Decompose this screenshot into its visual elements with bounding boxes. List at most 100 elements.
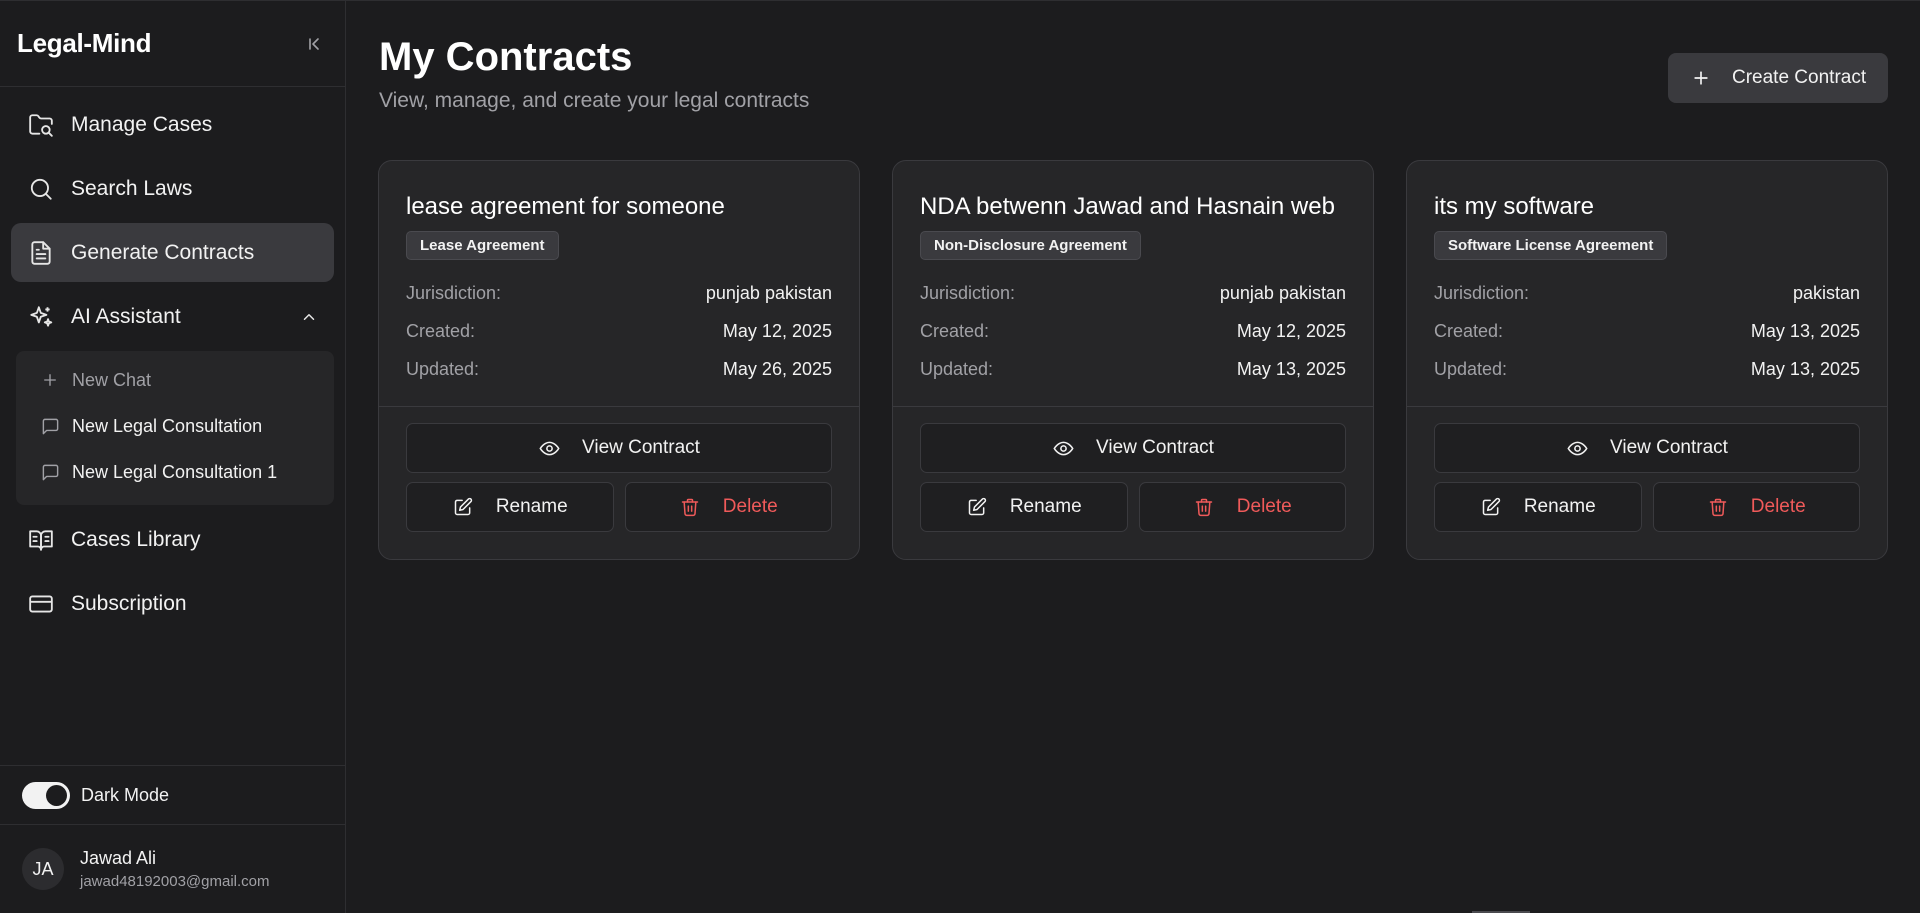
contract-card: NDA betwenn Jawad and Hasnain web Non-Di… bbox=[892, 160, 1374, 560]
delete-button[interactable]: Delete bbox=[1138, 482, 1346, 532]
updated-label: Updated: bbox=[920, 358, 994, 379]
contract-meta: Jurisdiction: punjab pakistan Created: M… bbox=[920, 274, 1346, 388]
contract-title: lease agreement for someone bbox=[406, 193, 725, 220]
updated-label: Updated: bbox=[1434, 358, 1508, 379]
delete-label: Delete bbox=[1236, 496, 1292, 517]
file-text-icon bbox=[27, 239, 55, 267]
jurisdiction-row: Jurisdiction: pakistan bbox=[1434, 274, 1860, 312]
contract-card: its my software Software License Agreeme… bbox=[1406, 160, 1888, 560]
contract-title: its my software bbox=[1434, 193, 1595, 220]
contract-card-body: its my software Software License Agreeme… bbox=[1407, 161, 1887, 407]
create-contract-button[interactable]: Create Contract bbox=[1668, 53, 1888, 103]
create-contract-label: Create Contract bbox=[1732, 67, 1867, 88]
contract-cards: lease agreement for someone Lease Agreem… bbox=[378, 160, 1888, 560]
sub-item-label: New Chat bbox=[72, 369, 152, 390]
rename-label: Rename bbox=[1523, 496, 1596, 517]
created-row: Created: May 13, 2025 bbox=[1434, 312, 1860, 350]
view-contract-label: View Contract bbox=[1610, 437, 1728, 458]
edit-icon bbox=[966, 496, 988, 518]
sidebar-item-label: Cases Library bbox=[71, 527, 201, 551]
trash-icon bbox=[1193, 496, 1215, 518]
contract-card-actions: View Contract Rename Delete bbox=[379, 407, 859, 532]
contract-type-badge: Lease Agreement bbox=[406, 231, 559, 260]
trash-icon bbox=[679, 496, 701, 518]
updated-row: Updated: May 13, 2025 bbox=[1434, 350, 1860, 388]
jurisdiction-value: punjab pakistan bbox=[1219, 282, 1346, 303]
rename-button[interactable]: Rename bbox=[406, 482, 614, 532]
page-header: My Contracts View, manage, and create yo… bbox=[378, 35, 1888, 113]
sub-item-label: New Legal Consultation 1 bbox=[72, 461, 278, 482]
user-email: jawad48192003@gmail.com bbox=[80, 873, 270, 890]
book-open-icon bbox=[27, 526, 55, 554]
sparkles-icon bbox=[27, 303, 55, 331]
sidebar-item-search-laws[interactable]: Search Laws bbox=[11, 159, 334, 218]
collapse-icon bbox=[309, 37, 319, 50]
view-contract-button[interactable]: View Contract bbox=[920, 423, 1346, 473]
main-content: My Contracts View, manage, and create yo… bbox=[346, 1, 1920, 913]
sidebar-item-subscription[interactable]: Subscription bbox=[11, 574, 334, 633]
trash-icon bbox=[1707, 496, 1729, 518]
created-row: Created: May 12, 2025 bbox=[920, 312, 1346, 350]
created-label: Created: bbox=[920, 320, 990, 341]
rename-label: Rename bbox=[495, 496, 568, 517]
rename-button[interactable]: Rename bbox=[1434, 482, 1642, 532]
created-value: May 12, 2025 bbox=[1236, 320, 1346, 341]
jurisdiction-row: Jurisdiction: punjab pakistan bbox=[920, 274, 1346, 312]
avatar: JA bbox=[22, 848, 64, 890]
jurisdiction-label: Jurisdiction: bbox=[920, 282, 1016, 303]
contract-type-badge: Software License Agreement bbox=[1434, 231, 1668, 260]
created-value: May 13, 2025 bbox=[1750, 320, 1860, 341]
secondary-actions: Rename Delete bbox=[406, 482, 832, 532]
delete-label: Delete bbox=[1750, 496, 1806, 517]
chat-item-new-legal-consultation-1[interactable]: New Legal Consultation 1 bbox=[16, 449, 334, 495]
sidebar-item-label: AI Assistant bbox=[71, 304, 181, 328]
eye-icon bbox=[538, 437, 560, 459]
updated-row: Updated: May 13, 2025 bbox=[920, 350, 1346, 388]
contract-card-body: lease agreement for someone Lease Agreem… bbox=[379, 161, 859, 407]
app-title: Legal-Mind bbox=[17, 28, 152, 58]
folder-search-icon bbox=[27, 111, 55, 139]
created-row: Created: May 12, 2025 bbox=[406, 312, 832, 350]
rename-button[interactable]: Rename bbox=[920, 482, 1128, 532]
sidebar-item-manage-cases[interactable]: Manage Cases bbox=[11, 95, 334, 154]
new-chat-button[interactable]: New Chat bbox=[16, 357, 334, 403]
eye-icon bbox=[1566, 437, 1588, 459]
sidebar-item-label: Generate Contracts bbox=[71, 240, 255, 264]
dark-mode-toggle[interactable] bbox=[22, 781, 70, 809]
contract-card-actions: View Contract Rename Delete bbox=[893, 407, 1373, 532]
delete-label: Delete bbox=[722, 496, 778, 517]
page-subtitle: View, manage, and create your legal cont… bbox=[379, 89, 810, 112]
user-info: Jawad Ali jawad48192003@gmail.com bbox=[80, 848, 270, 890]
contract-card-actions: View Contract Rename Delete bbox=[1407, 407, 1887, 532]
secondary-actions: Rename Delete bbox=[920, 482, 1346, 532]
delete-button[interactable]: Delete bbox=[624, 482, 832, 532]
sidebar-item-generate-contracts[interactable]: Generate Contracts bbox=[11, 223, 334, 282]
jurisdiction-label: Jurisdiction: bbox=[406, 282, 502, 303]
sidebar-item-ai-assistant[interactable]: AI Assistant bbox=[11, 287, 334, 346]
sidebar-item-label: Manage Cases bbox=[71, 112, 213, 136]
message-square-icon bbox=[40, 462, 60, 482]
sidebar-header: Legal-Mind bbox=[0, 1, 345, 87]
created-label: Created: bbox=[406, 320, 476, 341]
dark-mode-label: Dark Mode bbox=[81, 784, 170, 805]
sidebar-item-label: Search Laws bbox=[71, 176, 193, 200]
sidebar-item-cases-library[interactable]: Cases Library bbox=[11, 510, 334, 569]
contract-card: lease agreement for someone Lease Agreem… bbox=[378, 160, 860, 560]
eye-icon bbox=[1052, 437, 1074, 459]
jurisdiction-row: Jurisdiction: punjab pakistan bbox=[406, 274, 832, 312]
collapse-sidebar-button[interactable] bbox=[301, 30, 329, 58]
chat-item-new-legal-consultation[interactable]: New Legal Consultation bbox=[16, 403, 334, 449]
credit-card-icon bbox=[27, 590, 55, 618]
secondary-actions: Rename Delete bbox=[1434, 482, 1860, 532]
view-contract-button[interactable]: View Contract bbox=[406, 423, 832, 473]
updated-value: May 26, 2025 bbox=[722, 358, 832, 379]
delete-button[interactable]: Delete bbox=[1652, 482, 1860, 532]
view-contract-label: View Contract bbox=[582, 437, 700, 458]
user-name: Jawad Ali bbox=[80, 848, 157, 868]
user-profile[interactable]: JA Jawad Ali jawad48192003@gmail.com bbox=[0, 825, 345, 913]
app-root: Legal-Mind Manage Cases Search Laws Gene… bbox=[0, 0, 1920, 913]
chevron-up-icon[interactable] bbox=[300, 308, 318, 326]
jurisdiction-value: punjab pakistan bbox=[705, 282, 832, 303]
view-contract-button[interactable]: View Contract bbox=[1434, 423, 1860, 473]
ai-assistant-submenu: New Chat New Legal Consultation New Lega… bbox=[16, 351, 334, 505]
